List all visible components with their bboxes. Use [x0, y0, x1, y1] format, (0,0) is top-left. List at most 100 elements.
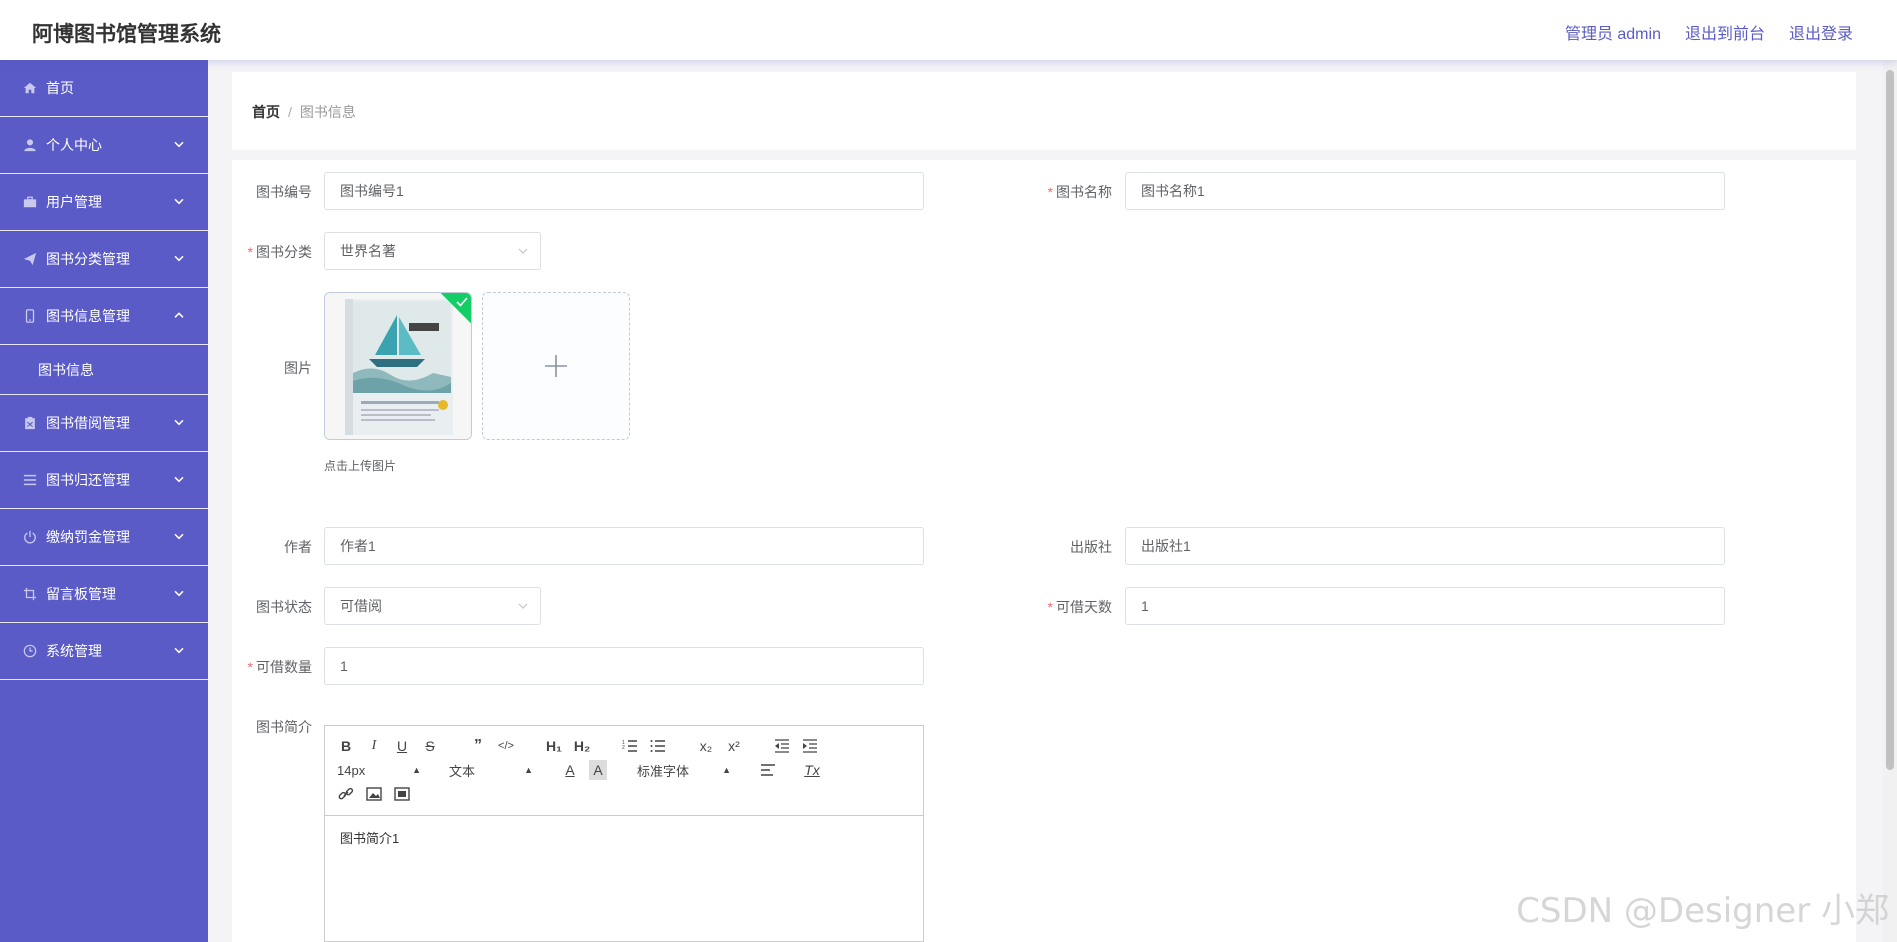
sidebar-item-personal[interactable]: 个人中心 — [0, 117, 208, 174]
send-icon — [22, 251, 38, 267]
category-select[interactable]: 世界名著 — [324, 232, 541, 270]
quantity-input[interactable]: 1 — [324, 647, 924, 685]
bullet-list-icon[interactable] — [649, 736, 667, 756]
quantity-label: * 可借数量 — [247, 659, 312, 675]
select-updown-icon: ▲ — [524, 765, 533, 775]
text-type-select[interactable]: 文本 ▲ — [449, 760, 533, 780]
header-actions: 管理员 admin 退出到前台 退出登录 — [1565, 20, 1853, 44]
sidebar-item-label: 缴纳罚金管理 — [46, 529, 130, 545]
sidebar-item-label: 图书分类管理 — [46, 251, 130, 267]
page-scrollbar[interactable] — [1883, 60, 1897, 942]
logout-link[interactable]: 退出登录 — [1789, 20, 1853, 44]
upload-tip: 点击上传图片 — [324, 459, 397, 473]
outdent-icon[interactable] — [773, 736, 791, 756]
sidebar-item-return[interactable]: 图书归还管理 — [0, 452, 208, 509]
text-type-value: 文本 — [449, 763, 476, 779]
sidebar-item-borrow[interactable]: 图书借阅管理 — [0, 395, 208, 452]
app-title: 阿博图书馆管理系统 — [32, 23, 221, 46]
clipboard-icon — [22, 415, 38, 431]
sidebar-item-label: 图书借阅管理 — [46, 415, 130, 431]
sidebar-item-category[interactable]: 图书分类管理 — [0, 231, 208, 288]
video-icon[interactable] — [393, 784, 411, 804]
image-icon[interactable] — [365, 784, 383, 804]
ordered-list-icon[interactable]: 12 — [621, 736, 639, 756]
chevron-down-icon — [174, 255, 184, 262]
book-name-input[interactable]: 图书名称1 — [1125, 172, 1725, 210]
sidebar-item-label: 图书归还管理 — [46, 472, 130, 488]
italic-icon[interactable]: I — [365, 736, 383, 756]
sidebar-item-home[interactable]: 首页 — [0, 60, 208, 117]
sidebar-item-system[interactable]: 系统管理 — [0, 623, 208, 680]
sidebar-item-label: 系统管理 — [46, 643, 102, 659]
top-header: 阿博图书馆管理系统 管理员 admin 退出到前台 退出登录 — [0, 0, 1897, 60]
plus-icon — [545, 355, 567, 377]
sidebar-item-messages[interactable]: 留言板管理 — [0, 566, 208, 623]
editor-content[interactable]: 图书简介1 — [325, 816, 923, 942]
sidebar-item-users[interactable]: 用户管理 — [0, 174, 208, 231]
toolbar-row-2: 14px ▲ 文本 ▲ A A 标准字体 ▲ Tx — [337, 760, 831, 780]
chevron-down-icon — [174, 533, 184, 540]
toolbar-row-1: B I U S ” </> H₁ H₂ 12 x₂ x² — [337, 736, 829, 756]
toolbar-row-3 — [337, 784, 421, 804]
crop-icon — [22, 586, 38, 602]
sidebar-subitem-bookinfo[interactable]: 图书信息 — [0, 345, 208, 395]
strike-icon[interactable]: S — [421, 736, 439, 756]
link-icon[interactable] — [337, 784, 355, 804]
underline-icon[interactable]: U — [393, 736, 411, 756]
publisher-input[interactable]: 出版社1 — [1125, 527, 1725, 565]
status-select[interactable]: 可借阅 — [324, 587, 541, 625]
align-icon[interactable] — [759, 760, 777, 780]
user-icon — [22, 137, 38, 153]
phone-icon — [22, 308, 38, 324]
breadcrumb-separator: / — [288, 104, 292, 120]
superscript-icon[interactable]: x² — [725, 736, 743, 756]
sidebar-item-label: 个人中心 — [46, 137, 102, 153]
indent-icon[interactable] — [801, 736, 819, 756]
book-no-input[interactable]: 图书编号1 — [324, 172, 924, 210]
scrollbar-thumb[interactable] — [1886, 70, 1894, 770]
header1-icon[interactable]: H₁ — [545, 736, 563, 756]
days-input[interactable]: 1 — [1125, 587, 1725, 625]
chevron-down-icon — [174, 647, 184, 654]
chevron-down-icon — [518, 603, 528, 609]
bold-icon[interactable]: B — [337, 736, 355, 756]
font-color-icon[interactable]: A — [561, 760, 579, 780]
sidebar-item-label: 图书信息 — [38, 361, 94, 378]
power-icon — [22, 529, 38, 545]
home-icon — [22, 80, 38, 96]
admin-label: 管理员 admin — [1564, 26, 1661, 43]
chevron-down-icon — [174, 198, 184, 205]
header2-icon[interactable]: H₂ — [573, 736, 591, 756]
chevron-down-icon — [518, 248, 528, 254]
image-label: 图片 — [284, 360, 312, 376]
code-block-icon[interactable]: </> — [497, 736, 515, 756]
exit-front-link[interactable]: 退出到前台 — [1685, 20, 1765, 44]
author-input[interactable]: 作者1 — [324, 527, 924, 565]
breadcrumb: 首页 / 图书信息 — [252, 102, 356, 122]
publisher-label: 出版社 — [1070, 539, 1112, 555]
upload-add-button[interactable] — [482, 292, 630, 440]
subscript-icon[interactable]: x₂ — [697, 736, 715, 756]
clear-format-icon[interactable]: Tx — [803, 760, 821, 780]
chevron-down-icon — [174, 419, 184, 426]
svg-text:2: 2 — [622, 745, 625, 751]
breadcrumb-current: 图书信息 — [299, 104, 356, 120]
font-family-select[interactable]: 标准字体 ▲ — [637, 760, 731, 780]
sidebar: 首页 个人中心 用户管理 图书分类管理 图书信息管理 图书信息 图书借阅管理 图… — [0, 60, 208, 942]
sidebar-item-bookinfo[interactable]: 图书信息管理 — [0, 288, 208, 345]
select-updown-icon: ▲ — [722, 765, 731, 775]
status-value: 可借阅 — [340, 598, 382, 614]
days-label: * 可借天数 — [1047, 599, 1112, 615]
status-label: 图书状态 — [256, 599, 312, 615]
uploaded-image[interactable] — [324, 292, 472, 440]
font-size-select[interactable]: 14px ▲ — [337, 760, 421, 780]
font-family-value: 标准字体 — [637, 763, 690, 779]
book-name-label: * 图书名称 — [1047, 184, 1112, 200]
blockquote-icon[interactable]: ” — [469, 736, 487, 756]
chevron-up-icon — [174, 312, 184, 318]
background-color-icon[interactable]: A — [589, 760, 607, 780]
breadcrumb-card: 首页 / 图书信息 — [232, 72, 1856, 150]
select-updown-icon: ▲ — [412, 765, 421, 775]
sidebar-item-fines[interactable]: 缴纳罚金管理 — [0, 509, 208, 566]
breadcrumb-home[interactable]: 首页 — [252, 104, 280, 120]
